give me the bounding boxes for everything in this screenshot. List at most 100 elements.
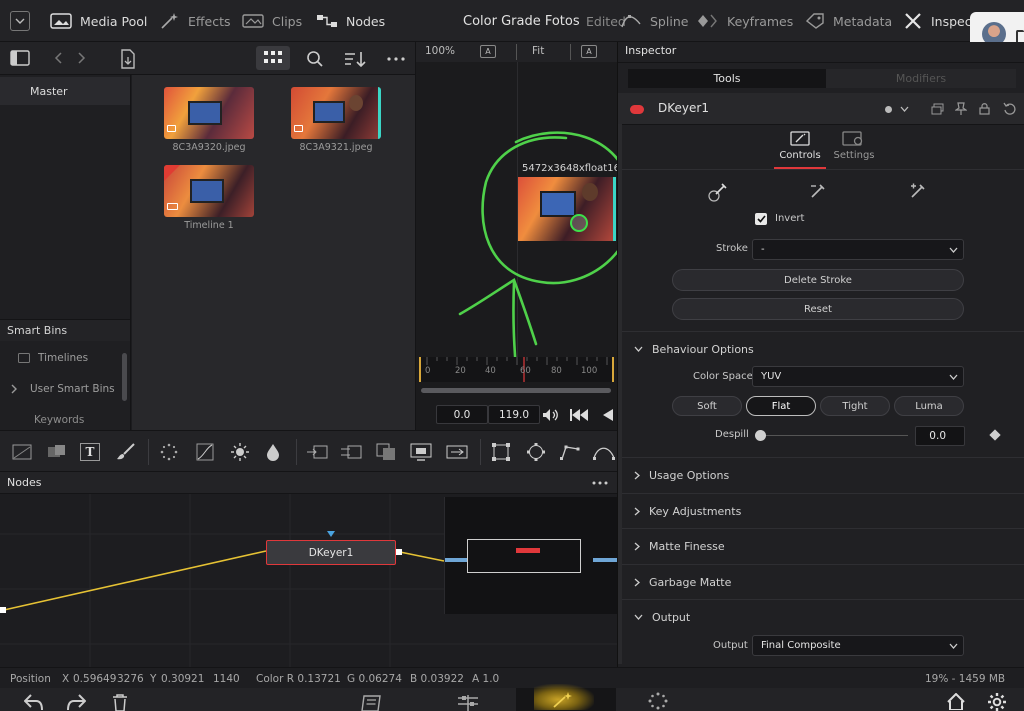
input-connector[interactable] (0, 607, 6, 613)
clips-button[interactable]: Clips (242, 0, 302, 42)
despill-slider-handle[interactable] (755, 430, 766, 441)
fusion-page-button[interactable] (516, 684, 616, 711)
despill-value-field[interactable]: 0.0 (915, 426, 965, 446)
saver-tool-icon[interactable] (446, 443, 468, 461)
home-icon[interactable] (946, 693, 966, 710)
matte-control-icon[interactable] (376, 443, 396, 461)
color-curves-icon[interactable] (196, 443, 214, 461)
chevron-down-icon[interactable] (900, 106, 909, 112)
lock-icon[interactable] (979, 102, 990, 115)
eyedropper-icon[interactable] (708, 182, 728, 202)
mode-luma-button[interactable]: Luma (894, 396, 964, 416)
effects-button[interactable]: Effects (160, 0, 231, 42)
metadata-button[interactable]: Metadata (805, 0, 892, 42)
forward-button[interactable] (74, 50, 90, 66)
search-button[interactable] (304, 48, 326, 70)
go-to-start-button[interactable] (568, 406, 590, 424)
project-settings-gear-icon[interactable] (987, 692, 1007, 711)
reset-button[interactable]: Reset (672, 298, 964, 320)
navigator-viewport[interactable] (467, 539, 581, 573)
paint-brush-icon[interactable] (116, 443, 136, 461)
smart-bin-user[interactable]: User Smart Bins (0, 378, 120, 400)
section-garbage-matte[interactable]: Garbage Matte (618, 564, 1024, 599)
polygon-mask-icon[interactable] (560, 443, 580, 461)
keyframes-button[interactable]: Keyframes (697, 0, 793, 42)
redo-icon[interactable] (66, 694, 86, 710)
channel-button[interactable]: A (480, 45, 496, 58)
section-usage-options[interactable]: Usage Options (618, 457, 1024, 492)
section-behaviour-options[interactable]: Behaviour Options (618, 331, 1024, 366)
merge-tool-icon[interactable] (306, 444, 328, 460)
channel-button-b[interactable]: A (581, 45, 597, 58)
dkeyer-node[interactable]: DKeyer1 (266, 540, 396, 565)
toggle-bins-button[interactable] (8, 48, 32, 68)
ellipse-mask-icon[interactable] (527, 443, 545, 461)
pin-icon[interactable] (955, 102, 967, 115)
despill-slider-track[interactable] (758, 435, 908, 436)
spline-button[interactable]: Spline (620, 0, 688, 42)
subtab-controls[interactable]: Controls (774, 129, 826, 169)
node-enable-toggle[interactable] (630, 105, 644, 114)
subtab-settings[interactable]: Settings (828, 129, 880, 169)
channel-booleans-icon[interactable] (340, 444, 362, 460)
node-input-marker[interactable] (327, 531, 335, 537)
clip-thumbnail[interactable] (164, 87, 254, 139)
cut-page-icon[interactable] (358, 694, 384, 711)
stroke-dropdown[interactable]: - (752, 239, 964, 260)
text-tool-icon[interactable]: T (80, 443, 100, 461)
import-button[interactable] (116, 48, 140, 70)
time-end-field[interactable]: 119.0 (488, 405, 540, 424)
workspace-menu-button[interactable] (10, 11, 30, 31)
timeline-thumbnail[interactable] (164, 165, 254, 217)
time-start-field[interactable]: 0.0 (436, 405, 488, 424)
color-space-dropdown[interactable]: YUV (752, 366, 964, 387)
color-page-icon[interactable] (648, 692, 668, 710)
eyedropper-plus-icon[interactable] (909, 182, 927, 200)
background-tool-icon[interactable] (12, 444, 32, 460)
tab-modifiers[interactable]: Modifiers (826, 69, 1016, 88)
bin-master[interactable]: Master (0, 77, 130, 105)
time-ruler[interactable]: 0 20 40 60 80 100 (419, 357, 614, 382)
thumbnail-view-button[interactable] (256, 46, 290, 70)
section-output[interactable]: Output (618, 599, 1024, 634)
media-pool-button[interactable]: Media Pool (50, 0, 147, 42)
tab-tools[interactable]: Tools (628, 69, 826, 88)
rectangle-mask-icon[interactable] (492, 443, 510, 461)
clip-thumbnail[interactable] (291, 87, 381, 139)
particles-icon[interactable] (160, 443, 178, 461)
section-key-adjustments[interactable]: Key Adjustments (618, 493, 1024, 528)
zoom-dropdown[interactable]: 100% (425, 45, 455, 57)
nodes-button[interactable]: Nodes (316, 0, 385, 42)
node-output-connector[interactable] (396, 549, 402, 555)
mode-flat-button[interactable]: Flat (746, 396, 816, 416)
reset-icon[interactable] (1003, 102, 1016, 115)
smart-bin-timelines[interactable]: Timelines (0, 347, 120, 369)
node-graph-area[interactable]: DKeyer1 (0, 494, 617, 667)
fast-noise-icon[interactable] (47, 444, 67, 460)
loader-tool-icon[interactable] (410, 443, 432, 461)
output-dropdown[interactable]: Final Composite (752, 635, 964, 656)
sidebar-scrollbar[interactable] (122, 353, 127, 401)
undo-icon[interactable] (24, 694, 44, 710)
timeline-scrollbar[interactable] (421, 388, 611, 393)
blur-drop-icon[interactable] (266, 443, 280, 461)
chevron-right-icon[interactable] (11, 384, 18, 394)
bspline-mask-icon[interactable] (593, 443, 615, 461)
smart-bin-keywords[interactable]: Keywords (0, 410, 120, 430)
audio-button[interactable] (540, 406, 560, 424)
sort-button[interactable] (342, 48, 368, 70)
inspector-scrollbar[interactable] (618, 124, 622, 664)
mode-tight-button[interactable]: Tight (820, 396, 890, 416)
brightness-icon[interactable] (231, 443, 249, 461)
versions-icon[interactable] (931, 103, 944, 115)
node-navigator[interactable] (444, 497, 617, 614)
mode-soft-button[interactable]: Soft (672, 396, 742, 416)
nodes-options-button[interactable] (588, 477, 612, 489)
edit-page-icon[interactable] (456, 694, 480, 711)
invert-checkbox[interactable] (755, 213, 767, 225)
back-button[interactable] (50, 50, 66, 66)
eyedropper-minus-icon[interactable] (809, 182, 827, 200)
trash-icon[interactable] (112, 694, 128, 711)
delete-stroke-button[interactable]: Delete Stroke (672, 269, 964, 291)
keyframe-diamond-icon[interactable] (989, 429, 1001, 441)
